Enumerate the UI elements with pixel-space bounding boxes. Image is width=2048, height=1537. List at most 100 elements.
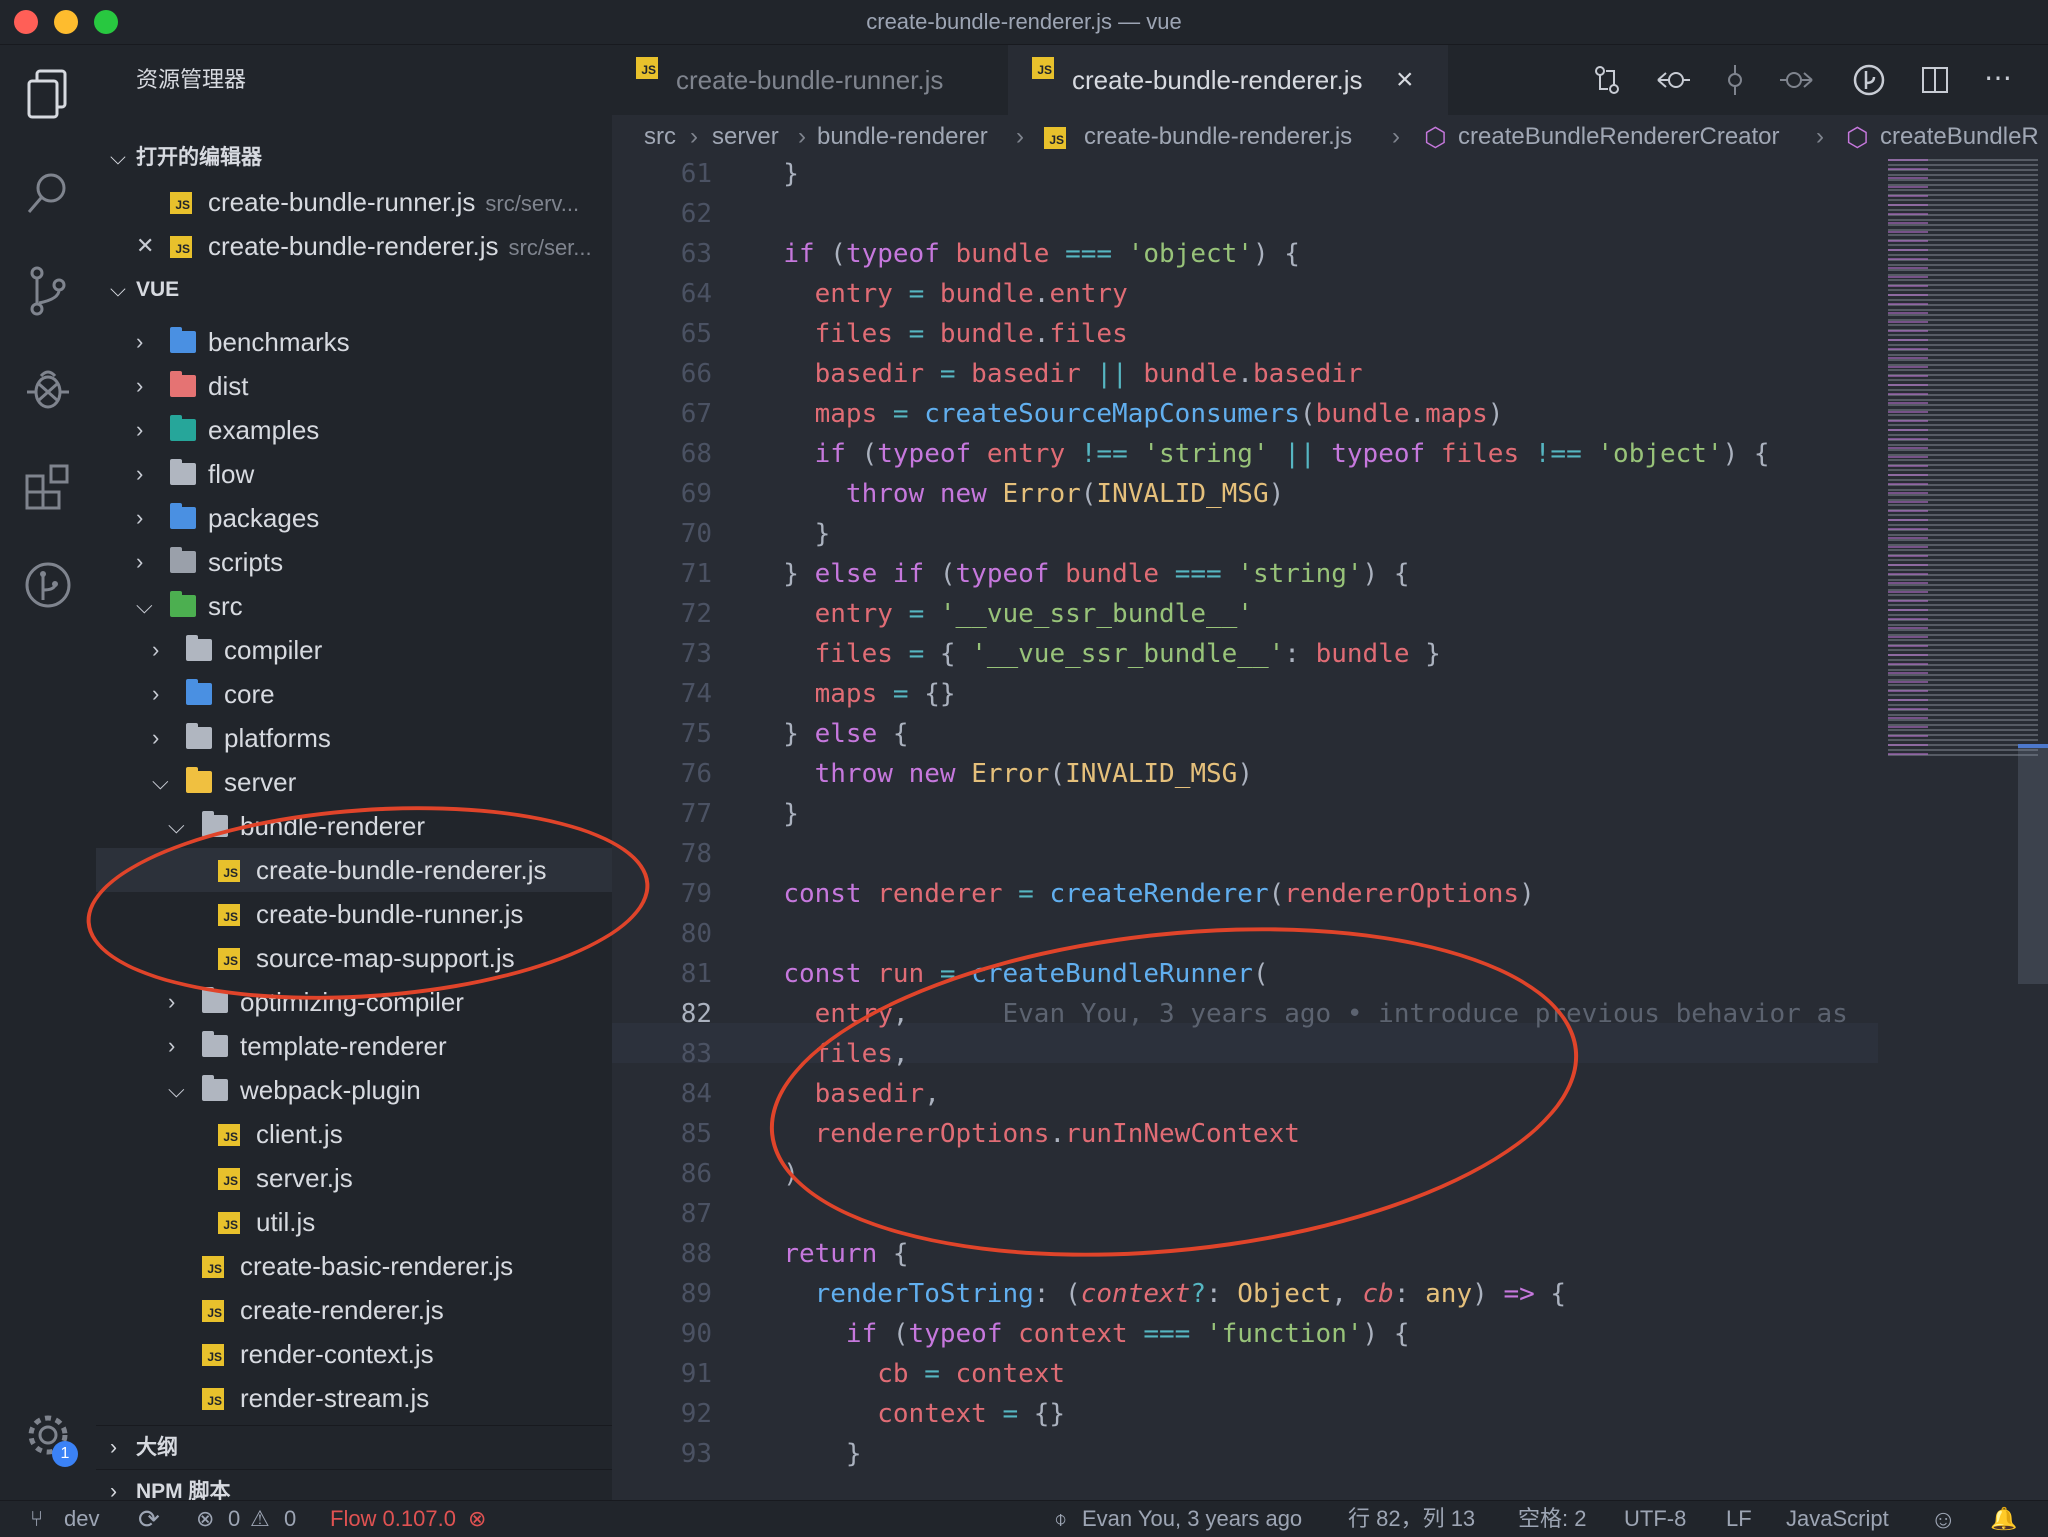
folder-tree-item[interactable]: › flow (96, 452, 612, 496)
sync-icon[interactable]: ⟳ (138, 1501, 160, 1537)
line-number: 64 (680, 279, 712, 309)
file-tree-item[interactable]: JS create-bundle-runner.js (96, 892, 612, 936)
encoding[interactable]: UTF-8 (1624, 1501, 1686, 1537)
extensions-icon[interactable] (18, 457, 78, 517)
error-count[interactable]: 0 (228, 1501, 240, 1537)
next-revision-icon[interactable] (1780, 65, 1814, 95)
outline-section[interactable]: › 大纲 (96, 1425, 612, 1470)
folder-tree-item[interactable]: › template-renderer (96, 1024, 612, 1068)
git-lens-icon[interactable] (1852, 63, 1886, 97)
open-editors-section[interactable]: ⌵ 打开的编辑器 (96, 136, 612, 180)
compare-changes-icon[interactable] (1592, 65, 1622, 95)
breadcrumb-item[interactable]: server (712, 115, 779, 159)
folder-tree-item[interactable]: ⌵ webpack-plugin (96, 1068, 612, 1112)
chevron-right-icon[interactable]: › (136, 364, 158, 408)
explorer-icon[interactable] (18, 65, 78, 125)
chevron-right-icon[interactable]: › (168, 1024, 190, 1068)
chevron-right-icon: › (110, 1436, 117, 1459)
folder-tree-item[interactable]: › packages (96, 496, 612, 540)
split-editor-icon[interactable] (1920, 65, 1950, 95)
folder-tree-item[interactable]: › examples (96, 408, 612, 452)
folder-tree-item[interactable]: › scripts (96, 540, 612, 584)
folder-tree-item[interactable]: ⌵ src (96, 584, 612, 628)
file-tree-item[interactable]: JS render-context.js (96, 1332, 612, 1376)
chevron-right-icon[interactable]: › (152, 716, 174, 760)
chevron-down-icon[interactable]: ⌵ (152, 760, 174, 804)
folder-tree-item[interactable]: › platforms (96, 716, 612, 760)
breadcrumb-item[interactable]: bundle-renderer (817, 115, 988, 159)
flow-status[interactable]: Flow 0.107.0 (330, 1501, 456, 1537)
settings-gear-icon[interactable]: 1 (18, 1405, 78, 1467)
breadcrumb-item[interactable]: createBundleR (1880, 115, 2039, 159)
file-tree-item[interactable]: JS util.js (96, 1200, 612, 1244)
file-tree-item[interactable]: JS create-bundle-renderer.js (96, 848, 612, 892)
chevron-right-icon[interactable]: › (136, 408, 158, 452)
folder-tree-item[interactable]: › core (96, 672, 612, 716)
search-icon[interactable] (18, 163, 78, 223)
debug-icon[interactable] (18, 359, 78, 419)
minimap[interactable] (1878, 159, 2048, 1500)
branch-name[interactable]: dev (64, 1501, 99, 1537)
function-symbol-icon: ⬡ (1846, 122, 1869, 152)
feedback-smiley-icon[interactable]: ☺ (1930, 1501, 1957, 1537)
more-actions-icon[interactable]: ⋯ (1984, 63, 2014, 93)
git-history-icon[interactable] (18, 555, 78, 615)
js-file-icon: JS (170, 236, 192, 258)
file-tree-item[interactable]: JS client.js (96, 1112, 612, 1156)
file-tree-item[interactable]: JS create-renderer.js (96, 1288, 612, 1332)
folder-tree-item[interactable]: › dist (96, 364, 612, 408)
chevron-right-icon[interactable]: › (168, 980, 190, 1024)
language-mode[interactable]: JavaScript (1786, 1501, 1889, 1537)
js-file-icon: JS (1032, 57, 1054, 79)
chevron-right-icon[interactable]: › (136, 540, 158, 584)
flow-error-icon: ⊗ (468, 1506, 487, 1531)
chevron-right-icon[interactable]: › (152, 672, 174, 716)
folder-tree-item[interactable]: ⌵ server (96, 760, 612, 804)
chevron-down-icon[interactable]: ⌵ (168, 804, 190, 848)
folder-icon (186, 723, 212, 749)
chevron-right-icon[interactable]: › (136, 320, 158, 364)
chevron-down-icon[interactable]: ⌵ (136, 584, 158, 628)
tree-item-label: bundle-renderer (240, 811, 426, 841)
folder-icon (202, 1075, 228, 1101)
breadcrumb-item[interactable]: createBundleRendererCreator (1458, 115, 1780, 159)
line-number: 84 (680, 1079, 712, 1109)
blame-status[interactable]: Evan You, 3 years ago (1082, 1501, 1302, 1537)
file-tree-item[interactable]: JS render-stream.js (96, 1376, 612, 1420)
file-tree-item[interactable]: JS server.js (96, 1156, 612, 1200)
open-editor-item[interactable]: ✕ JS create-bundle-renderer.js src/ser... (96, 224, 612, 268)
folder-tree-item[interactable]: › benchmarks (96, 320, 612, 364)
tab-close-icon[interactable]: × (1396, 45, 1414, 115)
folder-tree-item[interactable]: › optimizing-compiler (96, 980, 612, 1024)
chevron-right-icon[interactable]: › (136, 452, 158, 496)
tab-create-bundle-runner[interactable]: JS create-bundle-runner.js (612, 45, 1008, 115)
notifications-bell-icon[interactable]: 🔔 (1990, 1501, 2017, 1537)
folder-icon (170, 591, 196, 617)
js-file-icon: JS (202, 1256, 224, 1278)
chevron-down-icon[interactable]: ⌵ (168, 1068, 190, 1112)
cursor-position[interactable]: 行 82，列 13 (1348, 1501, 1475, 1537)
close-icon[interactable]: ✕ (136, 224, 158, 268)
folder-tree-item[interactable]: › compiler (96, 628, 612, 672)
breadcrumb-item[interactable]: create-bundle-renderer.js (1084, 115, 1352, 159)
commit-icon[interactable] (1720, 65, 1750, 95)
code-editor[interactable]: 61 62 63 64 65 66 67 68 69 70 71 72 73 74 75 76 77 78 79 80… (612, 159, 2048, 1500)
function-symbol-icon: ⬡ (1424, 122, 1447, 152)
breadcrumb-item[interactable]: src (644, 115, 676, 159)
project-section[interactable]: ⌵ VUE (96, 268, 612, 312)
chevron-right-icon[interactable]: › (152, 628, 174, 672)
file-tree-item[interactable]: JS create-basic-renderer.js (96, 1244, 612, 1288)
open-editor-item[interactable]: JS create-bundle-runner.js src/serv... (96, 180, 612, 224)
previous-revision-icon[interactable] (1656, 65, 1690, 95)
tree-item-label: platforms (224, 723, 331, 753)
tree-item-label: flow (208, 459, 255, 489)
warning-count[interactable]: 0 (284, 1501, 296, 1537)
tab-create-bundle-renderer[interactable]: JS create-bundle-renderer.js × (1008, 45, 1448, 115)
line-number: 90 (680, 1319, 712, 1349)
indentation[interactable]: 空格: 2 (1518, 1501, 1586, 1537)
folder-tree-item[interactable]: ⌵ bundle-renderer (96, 804, 612, 848)
chevron-right-icon[interactable]: › (136, 496, 158, 540)
file-tree-item[interactable]: JS source-map-support.js (96, 936, 612, 980)
source-control-icon[interactable] (18, 261, 78, 321)
end-of-line[interactable]: LF (1726, 1501, 1752, 1537)
